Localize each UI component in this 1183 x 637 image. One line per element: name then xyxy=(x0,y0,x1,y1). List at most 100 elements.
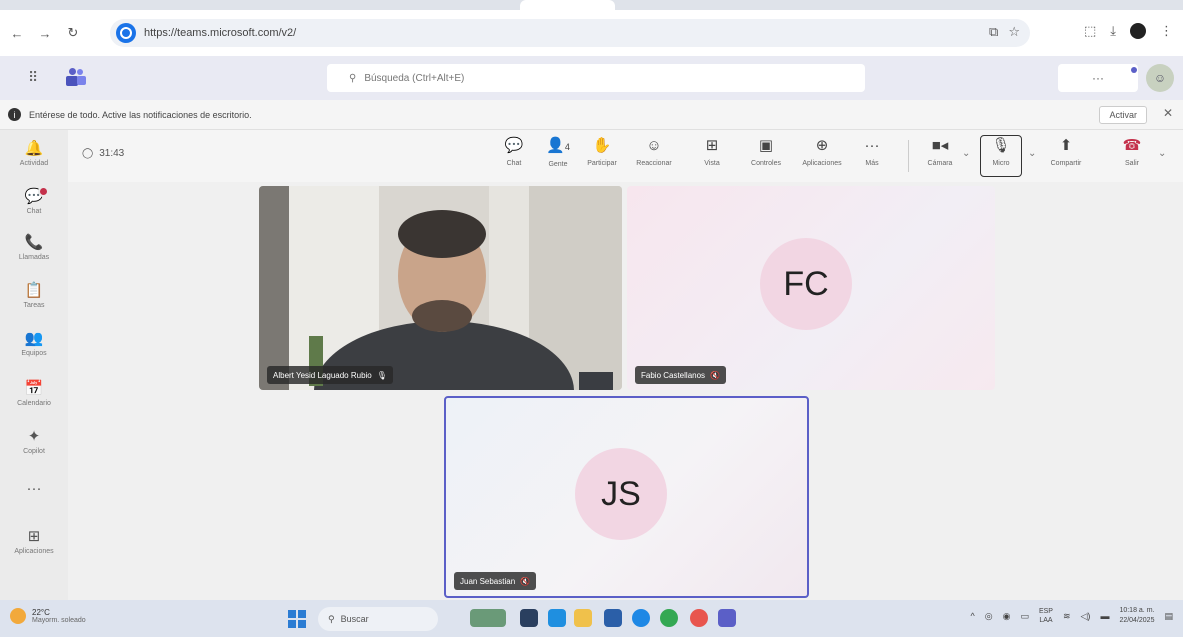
teams-taskbar-icon[interactable] xyxy=(718,609,736,627)
avatar: JS xyxy=(575,448,667,540)
more-actions-button[interactable]: ··· Más xyxy=(850,136,894,167)
rail-item-activity[interactable]: 🔔 Actividad xyxy=(0,140,68,167)
meeting-controls-bar: ◯ 31:43 💬 Chat 👤4 Gente ✋ Participar ☺ R… xyxy=(68,130,1183,182)
app-launcher-icon[interactable]: ⠿ xyxy=(28,69,38,86)
extensions-icon[interactable]: ⬚ xyxy=(1084,23,1096,39)
screen: ← → ↻ https://teams.microsoft.com/v2/ ⧉ … xyxy=(0,0,1183,637)
camera-button[interactable]: ■◂ Cámara xyxy=(918,136,962,167)
phone-icon: 📞 xyxy=(24,234,44,251)
rail-item-copilot[interactable]: ✦ Copilot xyxy=(0,428,68,455)
mic-icon: 🎙 xyxy=(376,370,387,380)
participant-video-tile[interactable]: Albert Yesid Laguado Rubio 🎙 xyxy=(259,186,622,390)
clock[interactable]: 10:18 a. m. 22/04/2025 xyxy=(1119,606,1154,626)
tray-app-icon[interactable]: ◎ xyxy=(985,611,993,622)
more-icon: ··· xyxy=(26,480,42,497)
forward-icon[interactable]: → xyxy=(34,22,56,44)
apps-icon: ⊞ xyxy=(27,528,41,545)
browser-tab-strip xyxy=(0,0,1183,10)
battery-icon[interactable]: ▬ xyxy=(1100,611,1109,621)
apps-button[interactable]: ⊕ Aplicaciones xyxy=(800,136,844,167)
firefox-icon[interactable] xyxy=(690,609,708,627)
address-bar[interactable]: https://teams.microsoft.com/v2/ ⧉ ☆ xyxy=(110,19,1030,47)
tasks-icon: 📋 xyxy=(24,282,44,299)
language-indicator[interactable]: ESP LAA xyxy=(1039,607,1053,625)
rail-item-tasks[interactable]: 📋 Tareas xyxy=(0,282,68,309)
browser-menu-icon[interactable]: ⋮ xyxy=(1160,23,1173,39)
active-speaker-tile[interactable]: JS Juan Sebastian 🔇 xyxy=(444,396,809,598)
participant-video xyxy=(259,186,622,390)
browser-toolbar: ← → ↻ https://teams.microsoft.com/v2/ ⧉ … xyxy=(0,10,1183,56)
chevron-up-icon[interactable]: ^ xyxy=(970,611,974,621)
chrome-icon[interactable] xyxy=(660,609,678,627)
tray-app-icon[interactable]: ▭ xyxy=(1020,611,1029,622)
rail-item-calendar[interactable]: 📅 Calendario xyxy=(0,380,68,407)
meeting-timer: ◯ 31:43 xyxy=(82,148,125,159)
camera-options-chevron-icon[interactable]: ⌄ xyxy=(962,148,970,159)
file-explorer-icon[interactable] xyxy=(574,609,592,627)
edge-browser-icon[interactable] xyxy=(548,609,566,627)
calendar-icon: 📅 xyxy=(24,380,44,397)
rail-item-teams[interactable]: 👥 Equipos xyxy=(0,330,68,357)
search-icon: ⚲ xyxy=(328,613,335,624)
info-icon: i xyxy=(8,108,21,121)
participant-avatar-tile[interactable]: FC Fabio Castellanos 🔇 xyxy=(627,186,995,390)
view-button[interactable]: ⊞ Vista xyxy=(690,136,734,167)
back-icon[interactable]: ← xyxy=(6,22,28,44)
reload-icon[interactable]: ↻ xyxy=(62,22,84,44)
download-icon[interactable]: ⤓ xyxy=(1110,23,1116,39)
site-info-icon[interactable] xyxy=(116,23,136,43)
mic-muted-icon: 🔇 xyxy=(710,370,721,380)
mic-options-chevron-icon[interactable]: ⌄ xyxy=(1028,148,1036,159)
chat-bubble-icon: 💬 xyxy=(504,137,524,154)
active-tab[interactable] xyxy=(520,0,615,10)
volume-icon[interactable]: ◁) xyxy=(1081,611,1091,622)
profile-avatar[interactable] xyxy=(1130,23,1146,39)
activate-button[interactable]: Activar xyxy=(1099,106,1147,124)
store-icon[interactable] xyxy=(604,609,622,627)
system-tray: ^ ◎ ◉ ▭ ESP LAA ≋ ◁) ▬ 10:18 a. m. 22/04… xyxy=(970,606,1173,626)
share-button[interactable]: ⬆ Compartir xyxy=(1044,136,1088,167)
mic-muted-icon: 🔇 xyxy=(520,576,531,586)
cast-icon[interactable]: ⧉ xyxy=(989,24,998,40)
bookmark-star-icon[interactable]: ☆ xyxy=(1008,24,1020,40)
avatar: FC xyxy=(760,238,852,330)
react-button[interactable]: ☺ Reaccionar xyxy=(632,136,676,167)
wifi-icon[interactable]: ≋ xyxy=(1063,611,1071,622)
leave-options-chevron-icon[interactable]: ⌄ xyxy=(1158,148,1166,159)
leave-button[interactable]: ☎ Salir xyxy=(1110,136,1154,167)
outlook-icon[interactable] xyxy=(632,609,650,627)
sun-icon xyxy=(10,608,26,624)
rail-item-more[interactable]: ··· xyxy=(0,480,68,498)
search-input[interactable]: ⚲ Búsqueda (Ctrl+Alt+E) xyxy=(327,64,865,92)
participant-name-tag: Albert Yesid Laguado Rubio 🎙 xyxy=(267,366,393,384)
weather-widget[interactable]: 22°C Mayorm. soleado xyxy=(10,608,86,624)
windows-start-icon[interactable] xyxy=(288,610,306,628)
mic-button[interactable]: 🎙 Micro xyxy=(979,136,1023,167)
rail-item-chat[interactable]: 💬 Chat xyxy=(0,186,68,215)
unread-badge xyxy=(38,186,49,197)
notifications-icon[interactable]: ▤ xyxy=(1164,611,1173,622)
people-button[interactable]: 👤4 Gente xyxy=(536,136,580,168)
rail-item-apps[interactable]: ⊞ Aplicaciones xyxy=(0,528,68,555)
add-app-icon: ⊕ xyxy=(815,137,829,154)
close-icon[interactable]: ✕ xyxy=(1163,106,1173,120)
notes-button[interactable]: ▣ Controles xyxy=(744,136,788,167)
rail-item-calls[interactable]: 📞 Llamadas xyxy=(0,234,68,261)
hang-up-icon: ☎ xyxy=(1122,137,1142,154)
more-options-button[interactable]: ··· xyxy=(1058,64,1138,92)
participant-name-tag: Fabio Castellanos 🔇 xyxy=(635,366,727,384)
notification-dot xyxy=(1131,67,1137,73)
tray-app-icon[interactable]: ◉ xyxy=(1003,611,1011,622)
mic-muted-icon: 🎙 xyxy=(991,137,1011,154)
hand-icon: ✋ xyxy=(592,137,612,154)
widget-app-icon[interactable] xyxy=(470,609,506,627)
search-icon: ⚲ xyxy=(349,72,357,84)
taskbar-search-input[interactable]: ⚲ Buscar xyxy=(318,607,438,631)
user-avatar[interactable]: ☺ xyxy=(1146,64,1174,92)
chat-button[interactable]: 💬 Chat xyxy=(492,136,536,167)
share-screen-icon: ⬆ xyxy=(1059,137,1073,154)
windows-taskbar: 22°C Mayorm. soleado ⚲ Buscar ^ ◎ ◉ ▭ ES… xyxy=(0,600,1183,637)
task-view-icon[interactable] xyxy=(520,609,538,627)
raise-hand-button[interactable]: ✋ Participar xyxy=(580,136,624,167)
notes-icon: ▣ xyxy=(758,137,774,154)
